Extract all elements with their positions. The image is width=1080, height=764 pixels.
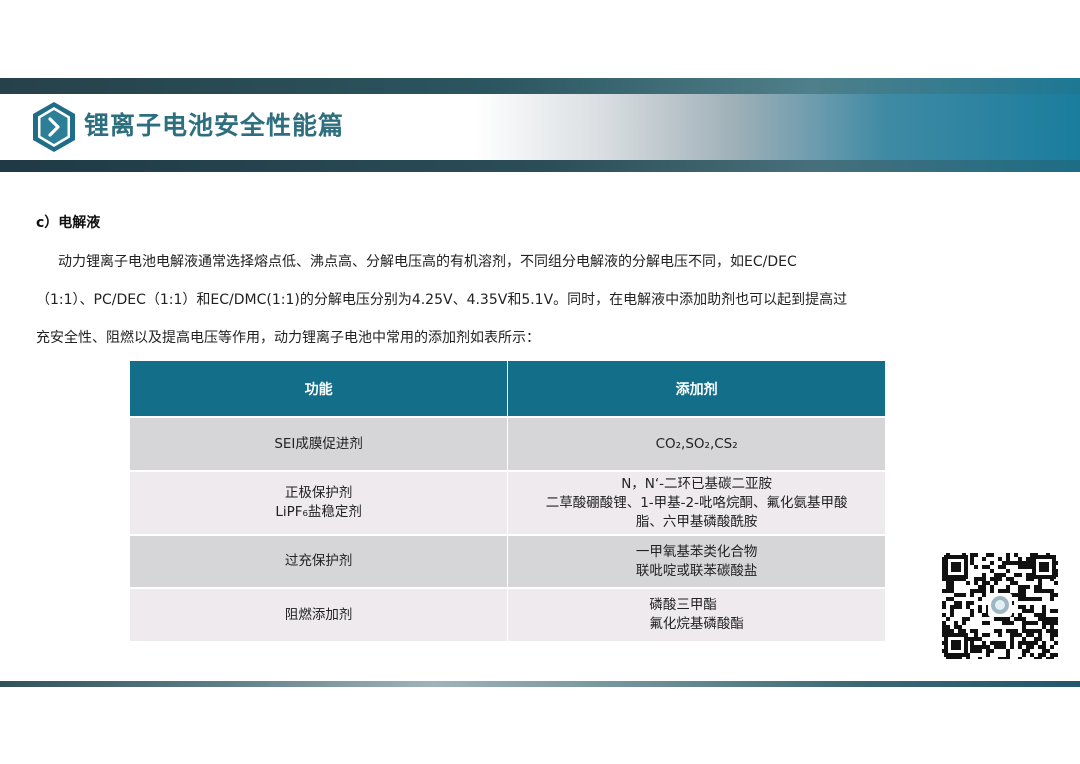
qr-code-icon (942, 553, 1058, 659)
function-cell: SEI成膜促进剂 (130, 416, 509, 471)
function-text: 过充保护剂 (284, 553, 353, 569)
additive-cell: CO₂,SO₂,CS₂ (507, 416, 886, 471)
body-text-line-1: 动力锂离子电池电解液通常选择熔点低、沸点高、分解电压高的有机溶剂，不同组分电解液… (58, 254, 797, 270)
table-row: 正极保护剂 LiPF₆盐稳定剂 N，N‘-二环已基碳二亚胺 二草酸硼酸锂、1-甲… (130, 470, 886, 535)
additive-cell: 一甲氧基苯类化合物 联吡啶或联苯碳酸盐 (507, 534, 886, 588)
chevron-right-icon (33, 102, 75, 152)
section-heading: c）电解液 (36, 215, 101, 231)
table-header-row: 功能 添加剂 (130, 361, 886, 417)
function-cell: 正极保护剂 LiPF₆盐稳定剂 (130, 470, 509, 535)
banner-bottom-stripe (0, 160, 1080, 172)
additive-text: 联吡啶或联苯碳酸盐 (635, 562, 758, 579)
additive-text: N，N‘-二环已基碳二亚胺 (621, 475, 773, 492)
body-text-line-3: 充安全性、阻燃以及提高电压等作用，动力锂离子电池中常用的添加剂如表所示： (36, 330, 540, 346)
table-row: SEI成膜促进剂 CO₂,SO₂,CS₂ (130, 416, 886, 471)
banner-top-stripe (0, 78, 1080, 94)
additive-cell: N，N‘-二环已基碳二亚胺 二草酸硼酸锂、1-甲基-2-吡咯烷酮、氟化氨基甲酸 … (507, 470, 886, 535)
additive-cell: 磷酸三甲酯 氟化烷基磷酸酯 (507, 587, 886, 641)
function-cell: 过充保护剂 (130, 534, 509, 588)
column-header-function: 功能 (130, 361, 509, 417)
function-text: LiPF₆盐稳定剂 (275, 504, 362, 520)
additive-text: 一甲氧基苯类化合物 (635, 543, 758, 560)
page-title: 锂离子电池安全性能篇 (84, 111, 345, 140)
additive-text: 氟化烷基磷酸酯 (649, 616, 744, 632)
additive-text: CO₂,SO₂,CS₂ (655, 435, 738, 452)
function-text: SEI成膜促进剂 (274, 435, 363, 452)
function-text: 正极保护剂 (284, 485, 353, 501)
additives-table: 功能 添加剂 SEI成膜促进剂 CO₂,SO₂,CS₂ 正极保护剂 LiPF₆盐… (130, 361, 886, 641)
column-header-additive: 添加剂 (507, 361, 886, 417)
function-text: 阻燃添加剂 (284, 606, 353, 623)
function-cell: 阻燃添加剂 (130, 587, 509, 641)
additive-text: 磷酸三甲酯 (649, 597, 717, 613)
body-text-line-2: （1:1）、PC/DEC（1:1）和EC/DMC(1:1)的分解电压分别为4.2… (36, 292, 848, 308)
additive-text-block: 磷酸三甲酯 氟化烷基磷酸酯 (649, 596, 744, 634)
table-row: 阻燃添加剂 磷酸三甲酯 氟化烷基磷酸酯 (130, 587, 886, 641)
additive-text: 二草酸硼酸锂、1-甲基-2-吡咯烷酮、氟化氨基甲酸 (545, 494, 848, 511)
footer-stripe (0, 681, 1080, 687)
additive-text: 脂、六甲基磷酸酰胺 (635, 513, 758, 530)
table-row: 过充保护剂 一甲氧基苯类化合物 联吡啶或联苯碳酸盐 (130, 534, 886, 588)
